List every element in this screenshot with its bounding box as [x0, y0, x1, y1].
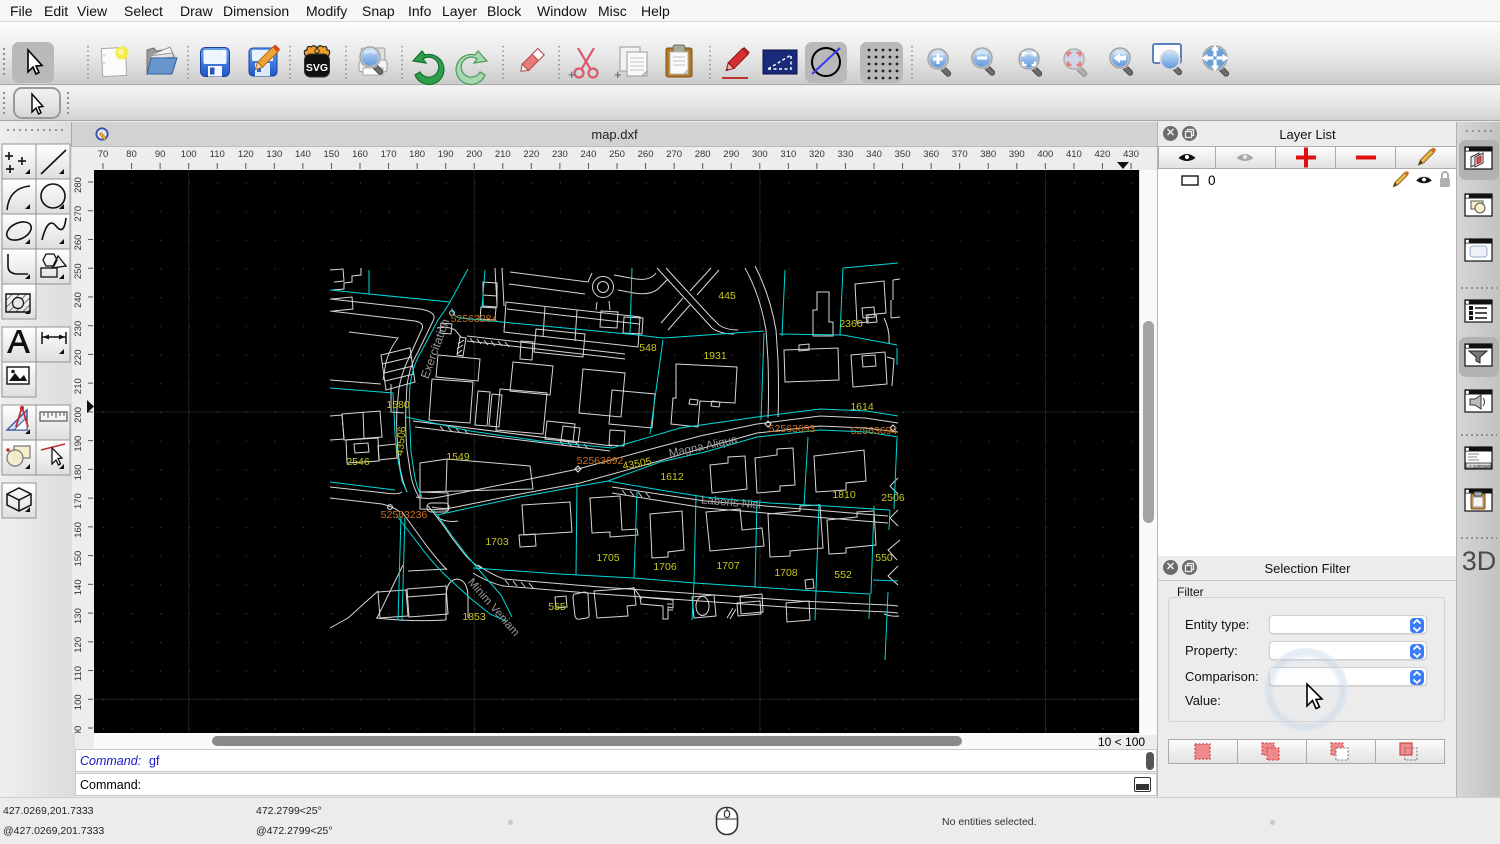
svg-text:360: 360 — [923, 149, 939, 160]
svg-text:52563692: 52563692 — [577, 455, 624, 467]
svg-text:1703: 1703 — [485, 536, 509, 548]
svg-text:2360: 2360 — [839, 318, 863, 330]
svg-text:1707: 1707 — [716, 560, 740, 572]
svg-text:220: 220 — [523, 149, 539, 160]
svg-text:350: 350 — [895, 149, 911, 160]
svg-text:260: 260 — [638, 149, 654, 160]
svg-text:130: 130 — [266, 149, 282, 160]
svg-text:430: 430 — [1123, 149, 1139, 160]
svg-text:320: 320 — [809, 149, 825, 160]
svg-text:110: 110 — [210, 149, 225, 160]
svg-text:330: 330 — [838, 149, 854, 160]
svg-text:340: 340 — [866, 149, 882, 160]
svg-text:410: 410 — [1066, 149, 1082, 160]
svg-text:< command: < command — [1469, 464, 1493, 469]
svg-text:3D: 3D — [1462, 546, 1497, 576]
svg-text:1705: 1705 — [596, 552, 620, 564]
svg-text:300: 300 — [752, 149, 768, 160]
svg-text:420: 420 — [1095, 149, 1111, 160]
svg-text:100: 100 — [181, 149, 197, 160]
svg-text:180: 180 — [409, 149, 425, 160]
svg-text:120: 120 — [238, 149, 254, 160]
svg-text:80: 80 — [126, 149, 137, 160]
svg-text:150: 150 — [324, 149, 340, 160]
svg-text:1931: 1931 — [703, 350, 727, 362]
svg-text:550: 550 — [875, 552, 893, 564]
svg-text:210: 210 — [495, 149, 511, 160]
svg-text:170: 170 — [381, 149, 397, 160]
svg-text:1853: 1853 — [462, 611, 486, 623]
svg-text:52563693: 52563693 — [769, 423, 816, 435]
svg-text:548: 548 — [639, 342, 657, 354]
svg-text:555: 555 — [548, 601, 566, 613]
svg-text:0: 0 — [1208, 173, 1216, 188]
svg-text:1612: 1612 — [660, 471, 684, 483]
svg-text:2546: 2546 — [346, 456, 370, 468]
svg-text:200: 200 — [466, 149, 482, 160]
svg-text:190: 190 — [438, 149, 454, 160]
svg-text:90: 90 — [155, 149, 166, 160]
svg-text:52563694: 52563694 — [851, 425, 898, 437]
svg-text:400: 400 — [1037, 149, 1053, 160]
svg-text:1614: 1614 — [850, 401, 874, 413]
svg-text:1549: 1549 — [446, 451, 470, 463]
svg-text:1580: 1580 — [386, 399, 410, 411]
svg-text:270: 270 — [666, 149, 682, 160]
svg-text:390: 390 — [1009, 149, 1025, 160]
svg-text:2506: 2506 — [881, 492, 905, 504]
svg-text:52563284: 52563284 — [451, 313, 498, 325]
svg-text:445: 445 — [718, 290, 736, 302]
svg-text:160: 160 — [352, 149, 368, 160]
svg-text:310: 310 — [780, 149, 796, 160]
svg-text:370: 370 — [952, 149, 968, 160]
svg-text:1708: 1708 — [774, 567, 798, 579]
svg-text:552: 552 — [834, 569, 852, 581]
svg-text:1810: 1810 — [832, 489, 856, 501]
svg-text:250: 250 — [609, 149, 625, 160]
svg-text:380: 380 — [980, 149, 996, 160]
svg-text:1706: 1706 — [653, 561, 677, 573]
svg-text:230: 230 — [552, 149, 568, 160]
svg-text:280: 280 — [695, 149, 711, 160]
svg-text:290: 290 — [723, 149, 739, 160]
svg-text:240: 240 — [581, 149, 597, 160]
svg-text:140: 140 — [295, 149, 311, 160]
svg-text:52563236: 52563236 — [381, 509, 428, 521]
svg-text:70: 70 — [98, 149, 109, 160]
